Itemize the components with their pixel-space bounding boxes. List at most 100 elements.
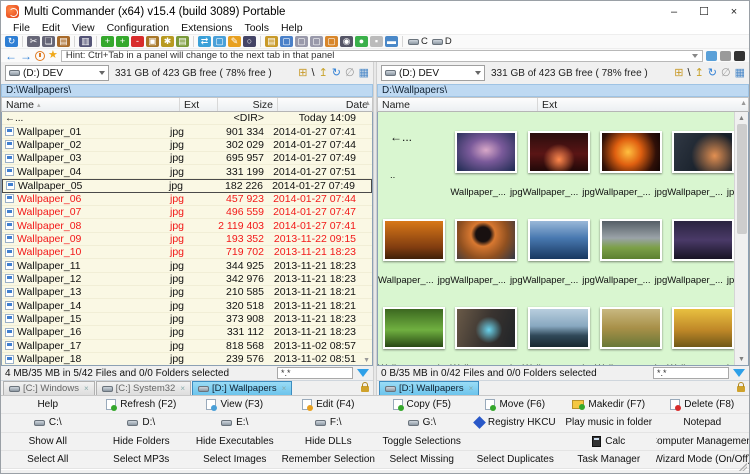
button-move-f6-[interactable]: Move (F6) (469, 396, 563, 414)
panel-layout-icon[interactable]: ▥ (79, 36, 92, 47)
new-file-icon[interactable]: + (101, 36, 114, 47)
button-notepad[interactable]: Notepad (656, 414, 750, 432)
disabled-icon[interactable]: ▪ (370, 36, 383, 47)
disconnect-icon[interactable]: ∅ (345, 68, 355, 79)
maximize-button[interactable]: ☐ (689, 1, 719, 22)
updir-thumb[interactable]: ←..... (378, 112, 450, 200)
column-name[interactable]: Name ▴ (2, 98, 180, 111)
panel-refresh-icon[interactable]: ↻ (708, 68, 717, 79)
menu-item-view[interactable]: View (66, 22, 101, 34)
button-play-music-in-folder[interactable]: Play music in folder (562, 414, 656, 432)
tab-close-icon[interactable]: × (180, 384, 185, 393)
button-e-[interactable]: E:\ (188, 414, 282, 432)
button-help[interactable]: Help (1, 396, 95, 414)
favorites-icon[interactable]: ★ (48, 50, 58, 61)
root-icon[interactable]: \ (688, 68, 691, 79)
thumbnail-item[interactable]: Wallpaper_...jpg (595, 200, 667, 288)
file-row[interactable]: Wallpaper_14jpg320 5182013-11-21 18:21 (2, 299, 372, 312)
tab--d-wallpapers[interactable]: [D:] Wallpapers× (379, 381, 479, 395)
updir-row[interactable]: ←...<DIR>Today 14:09 (2, 112, 372, 125)
filter-funnel-icon[interactable] (733, 369, 745, 377)
explorer-view-icon[interactable]: ▦ (359, 68, 369, 79)
button-refresh-f2-[interactable]: Refresh (F2) (95, 396, 189, 414)
menu-item-file[interactable]: File (7, 22, 36, 34)
doc-blue-icon[interactable]: ▢ (280, 36, 293, 47)
back-icon[interactable]: ← (5, 50, 17, 62)
thumbnail-item[interactable]: Wallpaper_...jpg (523, 112, 595, 200)
delete-file-icon[interactable]: - (131, 36, 144, 47)
paste-icon[interactable]: ▤ (57, 36, 70, 47)
button-select-missing[interactable]: Select Missing (375, 451, 469, 469)
menu-item-help[interactable]: Help (275, 22, 309, 34)
button-view-f3-[interactable]: View (F3) (188, 396, 282, 414)
right-path-bar[interactable]: D:\Wallpapers\ (377, 84, 749, 97)
button-calc[interactable]: Calc (562, 433, 656, 451)
button-delete-f8-[interactable]: Delete (F8) (656, 396, 750, 414)
button-select-duplicates[interactable]: Select Duplicates (469, 451, 563, 469)
scroll-down-arrow[interactable]: ▼ (738, 353, 745, 365)
doc-copy-icon[interactable]: ▢ (310, 36, 323, 47)
file-row[interactable]: Wallpaper_07jpg496 5592014-01-27 07:47 (2, 206, 372, 219)
tab--d-wallpapers[interactable]: [D:] Wallpapers× (192, 381, 292, 395)
file-row[interactable]: Wallpaper_13jpg210 5852013-11-21 18:21 (2, 286, 372, 299)
button-copy-f5-[interactable]: Copy (F5) (375, 396, 469, 414)
scroll-up-arrow[interactable]: ▲ (740, 100, 747, 107)
button-makedir-f7-[interactable]: Makedir (F7) (562, 396, 656, 414)
thumbnail-item[interactable]: Wallpaper_...jpg (450, 288, 522, 366)
right-drive-select[interactable]: (D:) DEV (381, 65, 485, 81)
thumbnail-item[interactable]: Wallpaper_...jpg (595, 288, 667, 366)
thumbnail-item[interactable]: Wallpaper_...jpg (595, 112, 667, 200)
scroll-up-arrow[interactable]: ▲ (364, 100, 371, 107)
tab-close-icon[interactable]: × (282, 384, 287, 393)
column-name[interactable]: Name (378, 98, 538, 111)
file-row[interactable]: Wallpaper_04jpg331 1992014-01-27 07:51 (2, 165, 372, 178)
display-icon[interactable]: ▬ (385, 36, 398, 47)
panel-refresh-icon[interactable]: ↻ (332, 68, 341, 79)
button-toggle-selections[interactable]: Toggle Selections (375, 433, 469, 451)
hint-dropdown-icon[interactable] (692, 54, 698, 58)
file-row[interactable]: Wallpaper_03jpg695 9572014-01-27 07:49 (2, 152, 372, 165)
file-row[interactable]: Wallpaper_17jpg818 5682013-11-02 08:57 (2, 340, 372, 353)
button-hide-folders[interactable]: Hide Folders (95, 433, 189, 451)
file-row[interactable]: Wallpaper_08jpg2 119 4032014-01-27 07:41 (2, 219, 372, 232)
tab--c-windows[interactable]: [C:] Windows× (3, 381, 95, 395)
pack-icon[interactable]: ✱ (161, 36, 174, 47)
button-registry-hkcu[interactable]: Registry HKCU (469, 414, 563, 432)
button-remember-selection[interactable]: Remember Selection (282, 451, 376, 469)
column-size[interactable]: Size (218, 98, 278, 111)
thumbnail-item[interactable]: Wallpaper_...jpg (450, 112, 522, 200)
button-edit-f4-[interactable]: Edit (F4) (282, 396, 376, 414)
lock-tabs-icon[interactable] (361, 386, 369, 392)
new-folder-icon[interactable]: + (116, 36, 129, 47)
menu-item-extensions[interactable]: Extensions (175, 22, 238, 34)
left-path-bar[interactable]: D:\Wallpapers\ (1, 84, 373, 97)
forward-icon[interactable]: → (20, 50, 32, 62)
file-row[interactable]: Wallpaper_01jpg901 3342014-01-27 07:41 (2, 125, 372, 138)
tab--c-system32[interactable]: [C:] System32× (96, 381, 191, 395)
menu-item-configuration[interactable]: Configuration (101, 22, 175, 34)
file-row[interactable]: Wallpaper_02jpg302 0292014-01-27 07:44 (2, 139, 372, 152)
scroll-down-arrow[interactable]: ▼ (363, 357, 370, 364)
file-row[interactable]: Wallpaper_05jpg182 2262014-01-27 07:49 (2, 179, 372, 193)
button-task-manager[interactable]: Task Manager (562, 451, 656, 469)
file-row[interactable]: Wallpaper_06jpg457 9232014-01-27 07:44 (2, 193, 372, 206)
toolbar-drive-d[interactable]: D (432, 36, 452, 47)
cut-icon[interactable]: ✂ (27, 36, 40, 47)
thumbnail-item[interactable]: Wallpaper_...jpg (667, 112, 739, 200)
toolbar-drive-c[interactable]: C (408, 36, 428, 47)
thumbnail-item[interactable]: Wallpaper_...jpg (450, 200, 522, 288)
button-hide-dlls[interactable]: Hide DLLs (282, 433, 376, 451)
menu-item-tools[interactable]: Tools (238, 22, 275, 34)
console-icon[interactable] (734, 51, 745, 61)
thumbnail-item[interactable]: Wallpaper_...jpg (523, 288, 595, 366)
button-select-mp3s[interactable]: Select MP3s (95, 451, 189, 469)
folder-sync-icon[interactable]: ▤ (176, 36, 189, 47)
minimize-button[interactable]: – (659, 1, 689, 22)
refresh-icon[interactable]: ↻ (5, 36, 18, 47)
search-icon[interactable]: ○ (243, 36, 256, 47)
button-hide-executables[interactable]: Hide Executables (188, 433, 282, 451)
lock-tabs-icon[interactable] (737, 386, 745, 392)
hint-field[interactable]: Hint: Ctrl+Tab in a panel will change to… (61, 50, 703, 62)
parent-folder-icon[interactable]: ↥ (695, 68, 704, 79)
tab-close-icon[interactable]: × (84, 384, 89, 393)
